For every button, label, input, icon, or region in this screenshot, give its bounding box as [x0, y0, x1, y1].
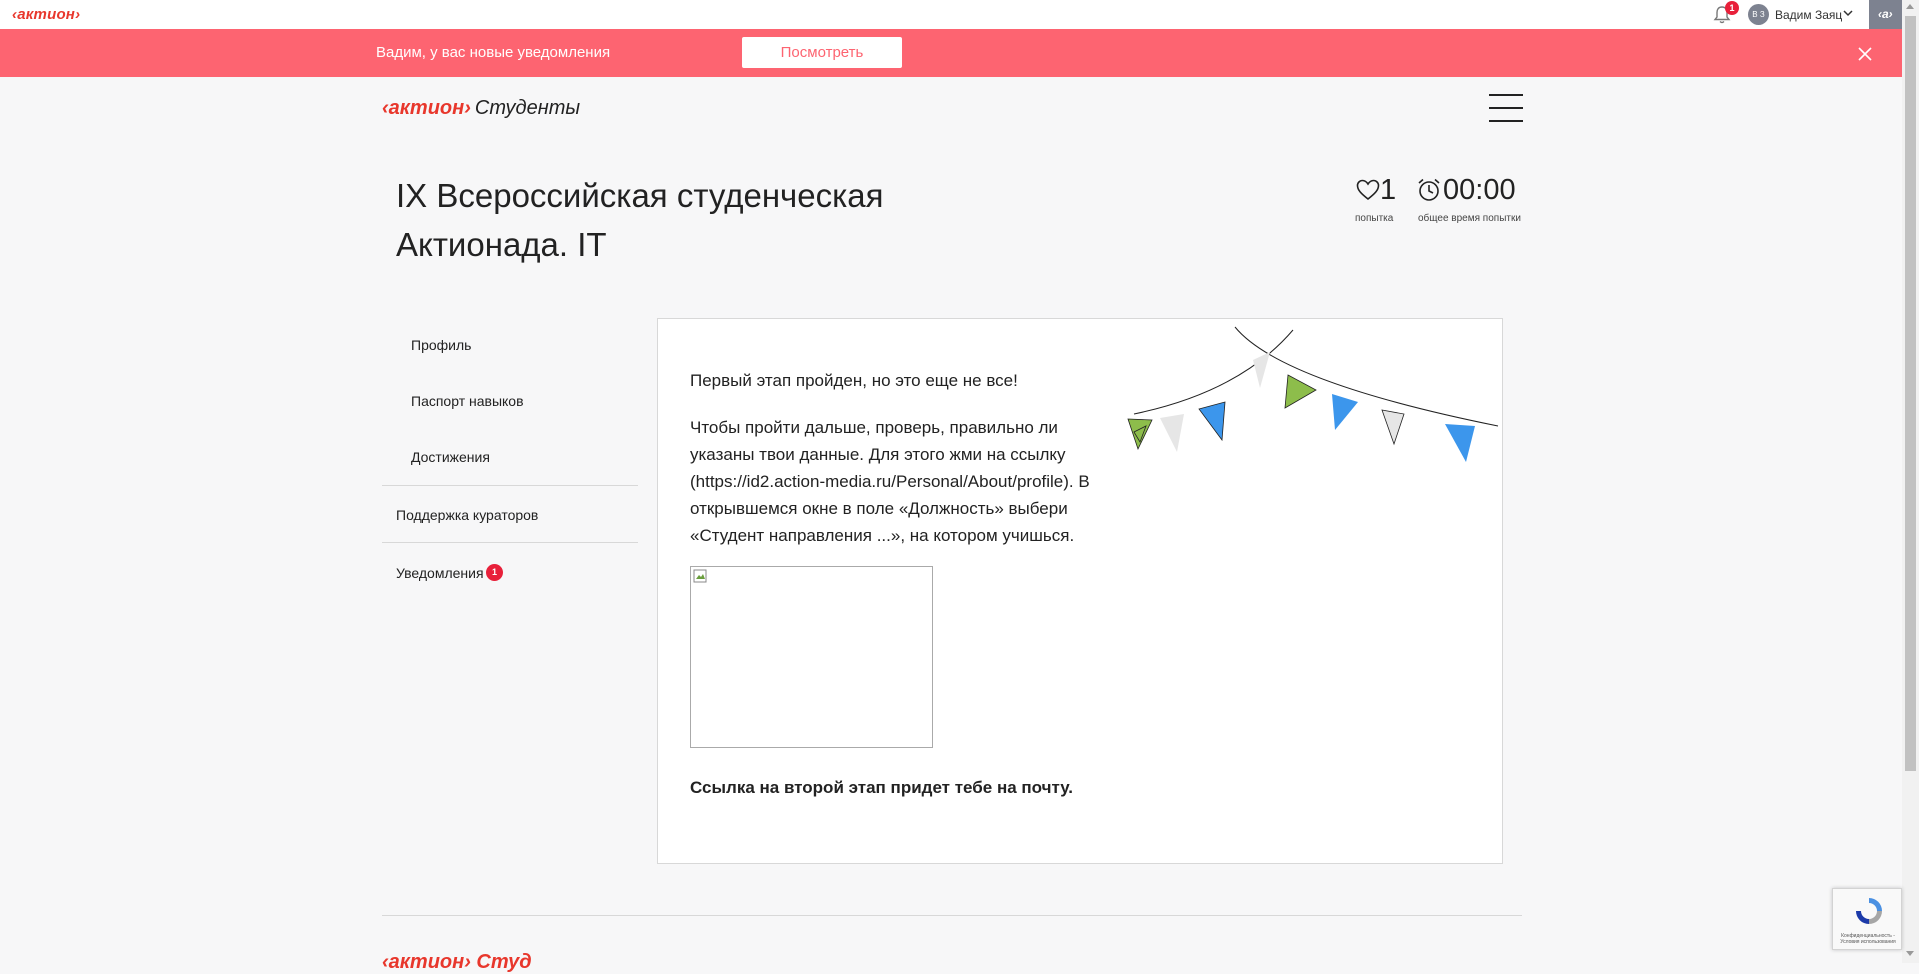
attempts-count: 1 — [1380, 174, 1397, 206]
scroll-up-arrow-icon[interactable] — [1906, 4, 1914, 9]
content-paragraph: Чтобы пройти дальше, проверь, правильно … — [690, 418, 1090, 545]
user-name[interactable]: Вадим Заяц — [1775, 8, 1842, 22]
notifications-badge: 1 — [486, 564, 503, 581]
brand-logo[interactable]: ‹актион› Студенты — [382, 97, 580, 120]
brand-logo-mark: ‹актион› — [382, 97, 471, 119]
scrollbar-thumb[interactable] — [1905, 16, 1916, 771]
brand-section-name: Студенты — [474, 97, 581, 119]
chevron-down-icon[interactable] — [1842, 7, 1854, 19]
notification-count-badge: 1 — [1725, 1, 1739, 15]
sidebar-item-achievements[interactable]: Достижения — [411, 449, 490, 465]
broken-image — [690, 566, 933, 748]
recaptcha-icon — [1856, 898, 1882, 924]
total-time-label: общее время попытки — [1418, 213, 1521, 224]
total-time: 00:00 — [1443, 174, 1516, 206]
heart-icon — [1356, 179, 1380, 201]
apps-button[interactable]: ‹а› — [1869, 0, 1905, 29]
top-bar: ‹актион› — [0, 0, 1900, 29]
notification-banner: Вадим, у вас новые уведомления Посмотрет… — [0, 29, 1902, 77]
content-heading: Первый этап пройден, но это еще не все! — [690, 371, 1018, 390]
sidebar-divider — [382, 542, 638, 543]
view-notifications-button[interactable]: Посмотреть — [742, 37, 902, 68]
corner-logo: ‹а› — [1878, 7, 1893, 21]
avatar[interactable]: В З — [1748, 4, 1769, 25]
sidebar-item-skills-passport[interactable]: Паспорт навыков — [411, 393, 524, 409]
recaptcha-text[interactable]: Конфиденциальность - Условия использован… — [1837, 933, 1899, 945]
alarm-clock-icon — [1418, 178, 1440, 201]
close-icon[interactable] — [1857, 46, 1873, 62]
broken-image-icon — [693, 569, 707, 583]
footer-divider — [382, 915, 1522, 916]
scroll-down-arrow-icon[interactable] — [1906, 951, 1914, 956]
page-title: IX Всероссийская студенческая Актионада.… — [396, 177, 884, 263]
aktion-logo[interactable]: ‹актион› — [12, 6, 80, 23]
attempts-label: попытка — [1355, 213, 1394, 224]
sidebar-item-notifications[interactable]: Уведомления — [396, 565, 484, 581]
sidebar-item-profile[interactable]: Профиль — [411, 337, 471, 353]
recaptcha-badge[interactable]: Конфиденциальность - Условия использован… — [1832, 888, 1902, 950]
banner-text: Вадим, у вас новые уведомления — [376, 44, 611, 61]
menu-icon[interactable] — [1489, 94, 1523, 122]
sidebar-item-curator-support[interactable]: Поддержка кураторов — [396, 507, 538, 523]
garland-illustration — [1127, 326, 1499, 462]
sidebar-divider — [382, 485, 638, 486]
second-stage-note: Ссылка на второй этап придет тебе на поч… — [690, 778, 1073, 797]
